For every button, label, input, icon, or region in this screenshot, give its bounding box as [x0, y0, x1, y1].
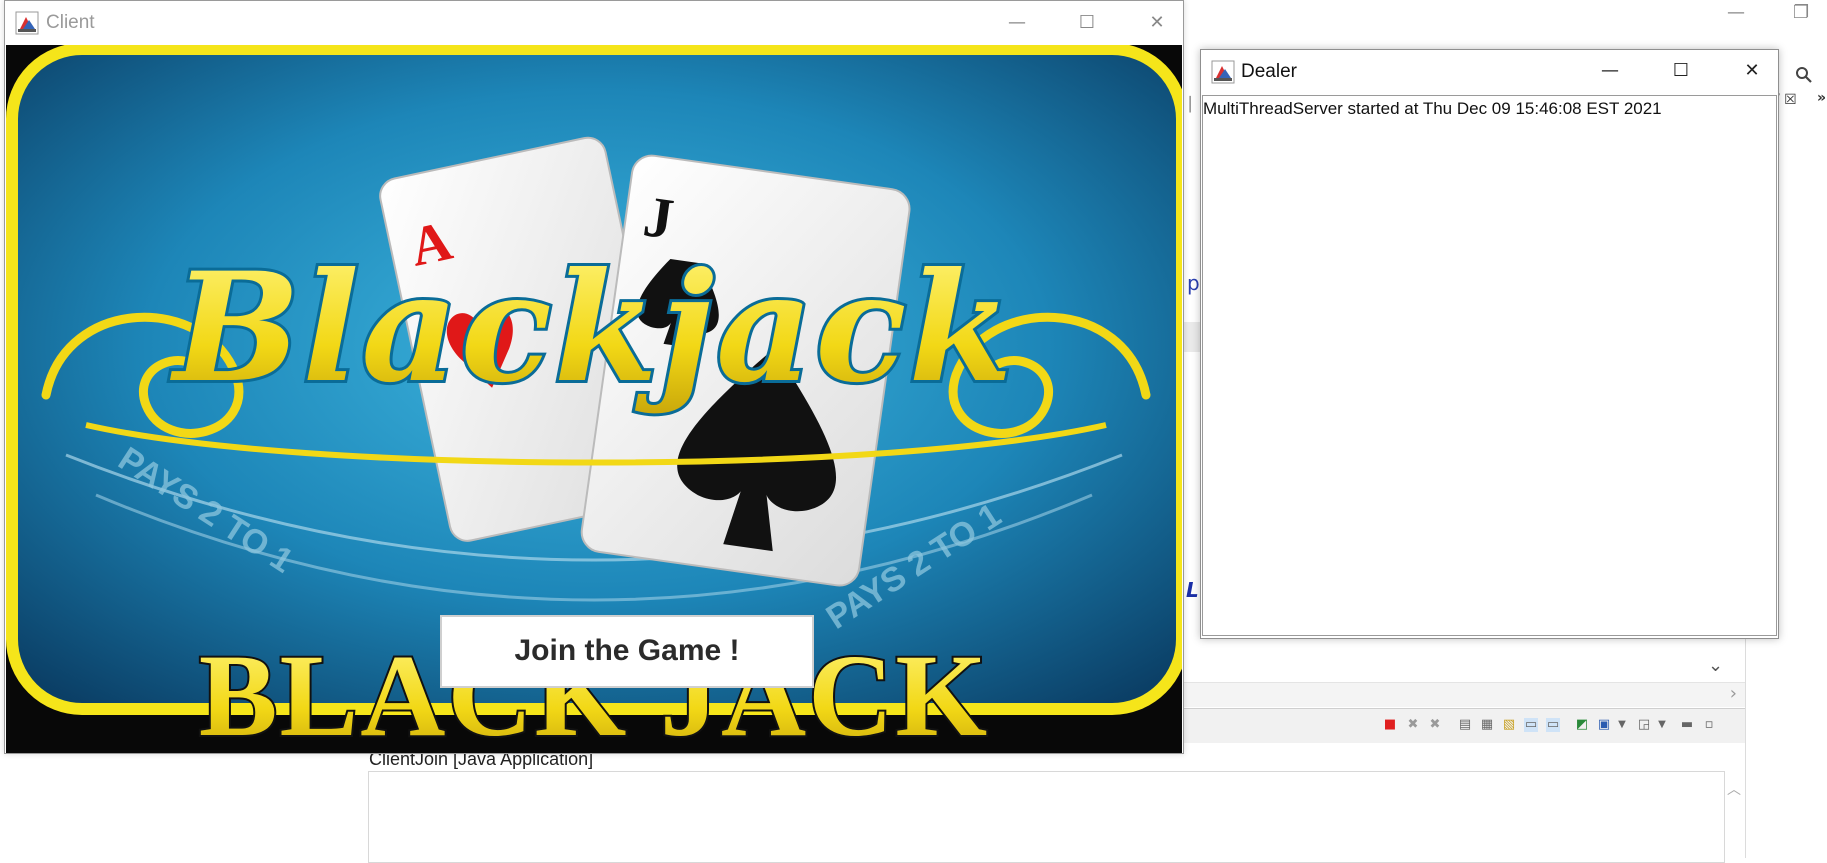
minimize-view-icon[interactable]: ▬	[1680, 718, 1694, 732]
word-wrap-icon[interactable]: ▧	[1502, 718, 1516, 732]
ide-editor-fragment-l: L	[1186, 578, 1199, 602]
client-titlebar[interactable]: Client — ☐ ✕	[5, 1, 1183, 45]
client-maximize-button[interactable]: ☐	[1067, 9, 1107, 37]
client-content-area: PAYS 2 TO 1 PAYS 2 TO 1 A J Blackjack BL…	[6, 45, 1182, 753]
ide-window-controls: — ❐	[1647, 0, 1827, 40]
maximize-view-icon[interactable]: ▫	[1702, 718, 1716, 732]
dealer-titlebar[interactable]: Dealer — ☐ ✕	[1201, 50, 1778, 94]
scroll-lock-icon[interactable]: ▦	[1480, 718, 1494, 732]
client-window: Client — ☐ ✕ PAYS 2 TO 1 PAYS 2 TO 1 A J…	[4, 0, 1184, 754]
ide-tab-chevron-icon[interactable]: »	[1817, 90, 1826, 106]
dealer-log-textarea[interactable]: MultiThreadServer started at Thu Dec 09 …	[1202, 95, 1777, 636]
terminate-icon[interactable]: ■	[1383, 718, 1397, 732]
ide-minimize-icon[interactable]: —	[1727, 2, 1745, 23]
dealer-log-line: MultiThreadServer started at Thu Dec 09 …	[1203, 99, 1662, 118]
show-on-stderr-icon[interactable]: ▭	[1546, 718, 1560, 732]
dealer-window: Dealer — ☐ ✕ MultiThreadServer started a…	[1200, 49, 1779, 639]
ide-scroll-right-icon[interactable]: ›	[1730, 683, 1737, 704]
java-app-icon	[15, 11, 39, 35]
console-output-area[interactable]	[368, 771, 1725, 863]
display-console-icon[interactable]: ▣	[1597, 718, 1611, 732]
ide-restore-icon[interactable]: ❐	[1793, 2, 1809, 23]
open-console-dropdown-icon[interactable]: ▼	[1655, 718, 1669, 732]
ide-scroll-down-icon[interactable]: ⌄	[1708, 655, 1723, 676]
java-app-icon	[1211, 60, 1235, 84]
dealer-close-button[interactable]: ✕	[1732, 57, 1772, 85]
display-console-dropdown-icon[interactable]: ▼	[1615, 718, 1629, 732]
clear-console-icon[interactable]: ▤	[1458, 718, 1472, 732]
join-game-button[interactable]: Join the Game !	[440, 615, 814, 688]
remove-all-icon[interactable]: ✖	[1428, 718, 1442, 732]
dealer-maximize-button[interactable]: ☐	[1661, 57, 1701, 85]
ide-editor-marker: │	[1186, 97, 1195, 113]
ide-search-icon[interactable]	[1795, 66, 1813, 89]
client-window-title: Client	[46, 12, 95, 33]
show-on-stdout-icon[interactable]: ▭	[1524, 718, 1538, 732]
console-scroll-up-icon[interactable]: ︿	[1727, 779, 1741, 799]
ide-editor-fragment-p: p	[1187, 271, 1200, 295]
blackjack-script-title: Blackjack	[170, 240, 1015, 416]
client-close-button[interactable]: ✕	[1137, 9, 1177, 37]
pin-console-icon[interactable]: ◩	[1575, 718, 1589, 732]
dealer-minimize-button[interactable]: —	[1590, 57, 1630, 85]
client-minimize-button[interactable]: —	[997, 9, 1037, 37]
remove-launch-icon[interactable]: ✖	[1406, 718, 1420, 732]
open-console-icon[interactable]: ◲	[1637, 718, 1651, 732]
dealer-window-title: Dealer	[1241, 61, 1297, 82]
